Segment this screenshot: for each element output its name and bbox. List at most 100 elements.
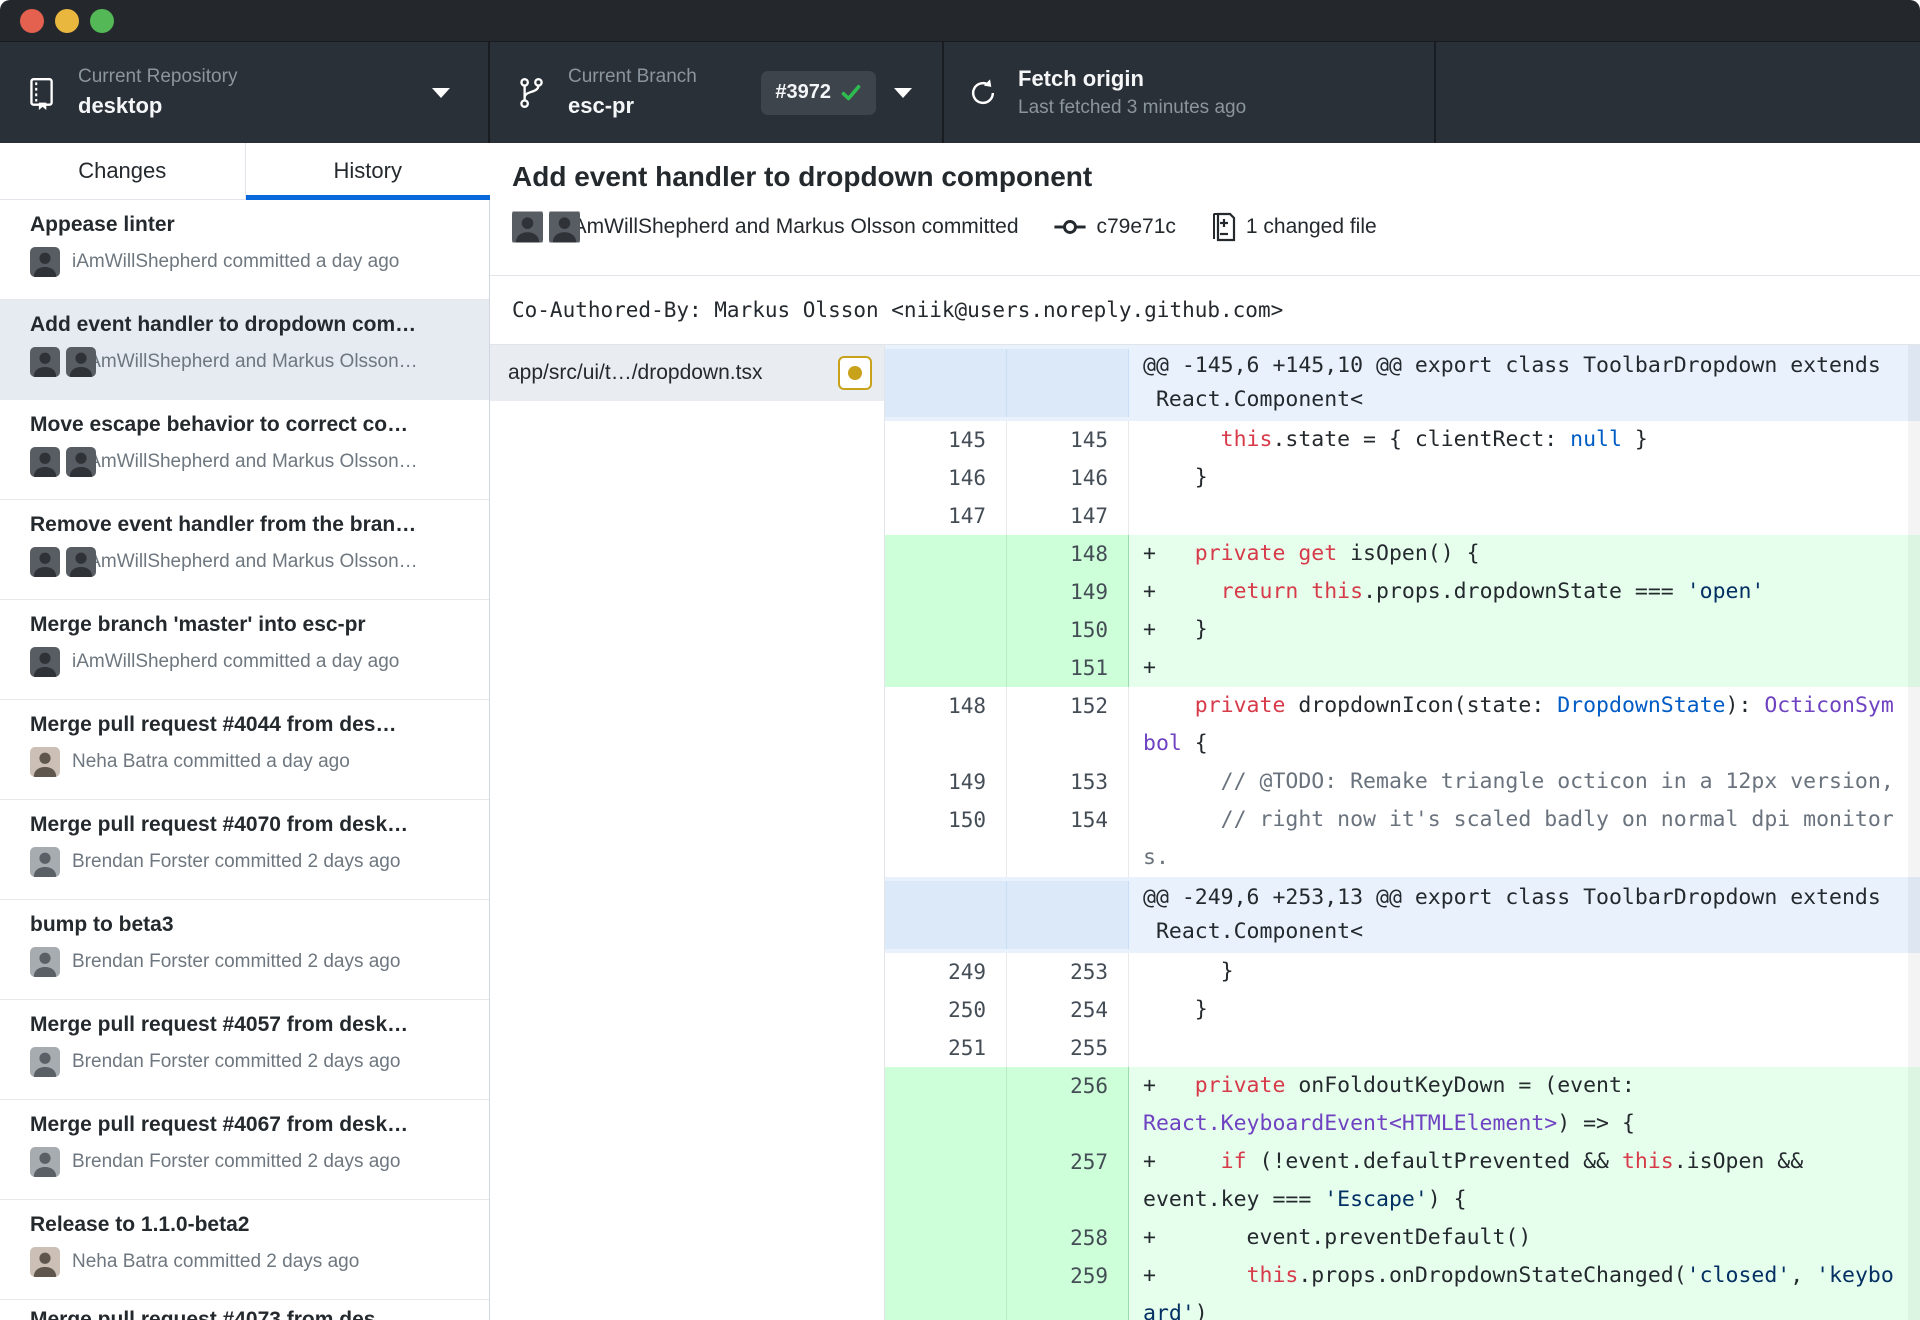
new-line-number: 149 xyxy=(1007,573,1129,611)
repo-icon xyxy=(30,77,53,110)
old-line-number: 149 xyxy=(885,763,1007,801)
commit-list-item[interactable]: Merge pull request #4044 from des… Neha … xyxy=(0,700,489,800)
file-diff-icon xyxy=(1210,212,1236,242)
diff-code: + event.preventDefault() xyxy=(1143,1225,1532,1250)
file-list-item[interactable]: app/src/ui/t…/dropdown.tsx xyxy=(490,345,884,401)
old-line-number: 251 xyxy=(885,1029,1007,1067)
commit-list-item[interactable]: Move escape behavior to correct co… iAmW… xyxy=(0,400,489,500)
commit-list-item[interactable]: Merge pull request #4067 from desk… Bren… xyxy=(0,1100,489,1200)
avatar xyxy=(66,547,96,577)
tab-changes[interactable]: Changes xyxy=(0,143,246,199)
commit-list-meta: Neha Batra committed 2 days ago xyxy=(72,1251,360,1272)
old-line-number: 147 xyxy=(885,497,1007,535)
old-line-number xyxy=(885,573,1007,611)
commit-list-title: Remove event handler from the bran… xyxy=(30,513,417,536)
bookmark-shape xyxy=(38,102,47,110)
changed-files-count: 1 changed file xyxy=(1245,215,1377,238)
commit-list-meta: Neha Batra committed a day ago xyxy=(72,751,350,772)
author-avatars xyxy=(30,547,96,577)
commit-list-item[interactable]: Merge branch 'master' into esc-pr iAmWil… xyxy=(0,600,489,700)
current-branch-label: Current Branch xyxy=(568,66,697,88)
commit-list-title: bump to beta3 xyxy=(30,913,174,936)
commit-list-meta: Brendan Forster committed 2 days ago xyxy=(72,1151,401,1172)
commit-list-title: Move escape behavior to correct co… xyxy=(30,413,409,436)
current-repository-value: desktop xyxy=(78,93,163,119)
commit-list-title: Merge branch 'master' into esc-pr xyxy=(30,613,366,636)
check-icon xyxy=(841,84,861,100)
diff-row-add: 259 + this.props.onDropdownStateChanged('… xyxy=(885,1257,1920,1320)
chevron-down-icon xyxy=(894,87,912,98)
old-line-number xyxy=(885,649,1007,687)
current-repository-button[interactable]: Current Repository desktop xyxy=(0,42,490,143)
github-desktop-window: Current Repository desktop Current Branc… xyxy=(0,0,1920,1320)
diff-row-context: 145 145 this.state = { clientRect: null } xyxy=(885,421,1920,459)
avatar xyxy=(30,947,60,977)
commit-list-title: Merge pull request #4044 from des… xyxy=(30,713,397,736)
diff-row-context: 150 154 // right now it's scaled badly on… xyxy=(885,801,1920,877)
diff-row-context: 147 147 xyxy=(885,497,1920,535)
pull-request-badge[interactable]: #3972 xyxy=(761,70,876,115)
author-avatars xyxy=(30,1047,60,1077)
commit-list-item[interactable]: bump to beta3 Brendan Forster committed … xyxy=(0,900,489,1000)
diff-row-context: 149 153 // @TODO: Remake triangle octicon… xyxy=(885,763,1920,801)
new-line-number: 258 xyxy=(1007,1219,1129,1257)
current-branch-value: esc-pr xyxy=(568,93,635,119)
tab-history[interactable]: History xyxy=(245,143,491,200)
diff-code: + this.props.onDropdownStateChanged('clo… xyxy=(1143,1263,1894,1320)
diff-code: + } xyxy=(1143,617,1208,642)
pull-request-number: #3972 xyxy=(775,81,831,103)
diff-row-add: 148 + private get isOpen() { xyxy=(885,535,1920,573)
new-line-number: 257 xyxy=(1007,1143,1129,1219)
commit-authors: iAmWillShepherd and Markus Olsson commit… xyxy=(568,215,1019,238)
avatar xyxy=(30,1147,60,1177)
diff-row-hunk: @@ -145,6 +145,10 @@ export class Toolba… xyxy=(885,345,1920,421)
commit-list-title: Merge pull request #4070 from desk… xyxy=(30,813,409,836)
new-line-number: 259 xyxy=(1007,1257,1129,1320)
new-line-number: 255 xyxy=(1007,1029,1129,1067)
old-line-number: 150 xyxy=(885,801,1007,877)
commit-list-item[interactable]: Merge pull request #4057 from desk… Bren… xyxy=(0,1000,489,1100)
author-avatars xyxy=(30,847,60,877)
commit-list-item[interactable]: Release to 1.1.0-beta2 Neha Batra commit… xyxy=(0,1200,489,1300)
diff-scrollbar[interactable] xyxy=(1908,345,1920,1320)
current-branch-button[interactable]: Current Branch esc-pr #3972 xyxy=(490,42,944,143)
avatar xyxy=(30,347,60,377)
diff-row-context: 251 255 xyxy=(885,1029,1920,1067)
diff-code: } xyxy=(1143,465,1208,490)
commit-sha[interactable]: c79e71c xyxy=(1097,215,1176,239)
commit-list-item[interactable]: Add event handler to dropdown com… iAmWi… xyxy=(0,300,489,400)
diff-code: @@ -145,6 +145,10 @@ export class Toolba… xyxy=(1143,353,1881,412)
diff-row-add: 150 + } xyxy=(885,611,1920,649)
commit-message-text: Co-Authored-By: Markus Olsson <niik@user… xyxy=(512,298,1284,322)
commit-list-title: Merge pull request #4067 from desk… xyxy=(30,1113,409,1136)
diff-code xyxy=(1129,1029,1920,1067)
diff-code: + private get isOpen() { xyxy=(1143,541,1480,566)
commit-list-meta: iAmWillShepherd and Markus Olsson… xyxy=(84,551,418,572)
commit-list-item[interactable]: Merge pull request #4070 from desk… Bren… xyxy=(0,800,489,900)
commit-list-item[interactable]: Remove event handler from the bran… iAmW… xyxy=(0,500,489,600)
author-avatars xyxy=(512,209,580,245)
commit-list-title: Add event handler to dropdown com… xyxy=(30,313,417,336)
diff-row-context: 148 152 private dropdownIcon(state: Dropd… xyxy=(885,687,1920,763)
diff-code: + private onFoldoutKeyDown = (event: Reac… xyxy=(1143,1073,1635,1136)
commit-list-title: Merge pull request #4057 from desk… xyxy=(30,1013,409,1036)
commit-list-meta: iAmWillShepherd and Markus Olsson… xyxy=(84,451,418,472)
minimize-window-button[interactable] xyxy=(55,9,79,33)
diff-row-add: 257 + if (!event.defaultPrevented && this… xyxy=(885,1143,1920,1219)
zoom-window-button[interactable] xyxy=(90,9,114,33)
diff-row-hunk: @@ -249,6 +253,13 @@ export class Toolba… xyxy=(885,877,1920,953)
old-line-number xyxy=(885,611,1007,649)
fetch-origin-button[interactable]: Fetch origin Last fetched 3 minutes ago xyxy=(944,42,1436,143)
commit-list-item[interactable]: Merge pull request #4073 from des… xyxy=(0,1300,489,1320)
avatar xyxy=(549,209,580,245)
title-bar[interactable] xyxy=(0,0,1920,42)
avatar xyxy=(30,1047,60,1077)
commit-list-meta: iAmWillShepherd committed a day ago xyxy=(72,651,400,672)
diff-row-add: 149 + return this.props.dropdownState ===… xyxy=(885,573,1920,611)
commit-list-title: Appease linter xyxy=(30,213,175,236)
close-window-button[interactable] xyxy=(20,9,44,33)
avatar xyxy=(512,209,543,245)
commit-list-meta: Brendan Forster committed 2 days ago xyxy=(72,1051,401,1072)
author-avatars xyxy=(30,447,96,477)
commit-list-item[interactable]: Appease linter iAmWillShepherd committed… xyxy=(0,200,489,300)
